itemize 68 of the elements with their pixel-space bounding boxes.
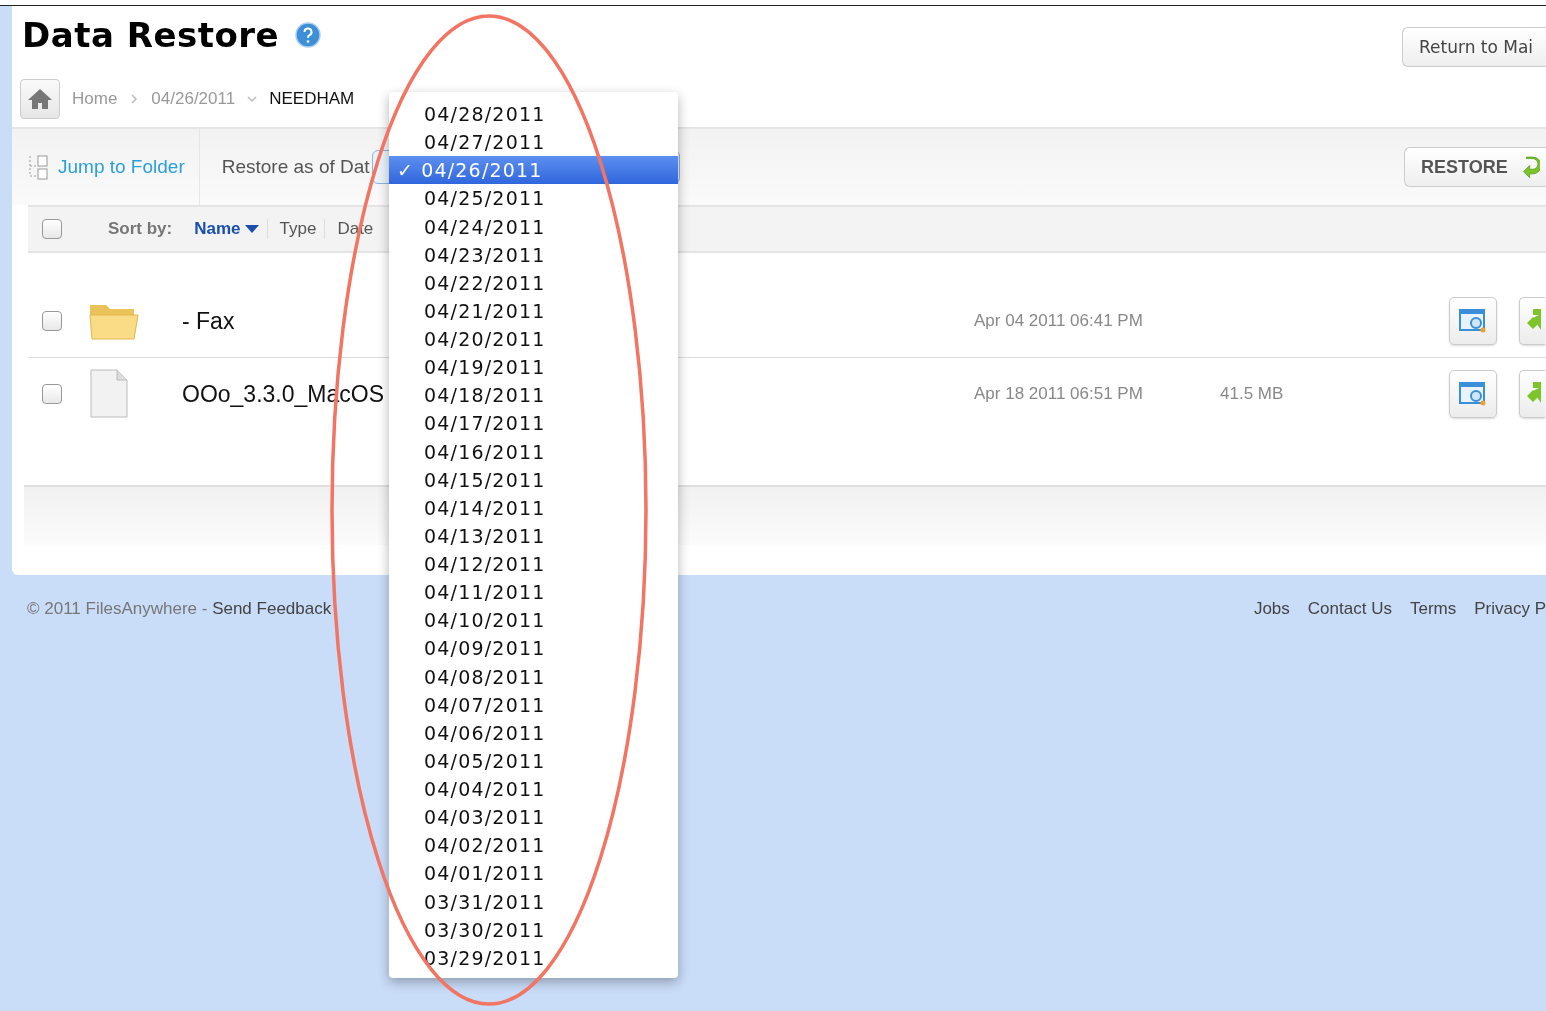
date-menu-item[interactable]: 04/24/2011 xyxy=(389,212,678,241)
sort-option[interactable]: Name xyxy=(194,219,267,239)
check-mark: ✓ xyxy=(397,159,415,182)
curved-arrow-icon xyxy=(1521,153,1540,181)
file-size: 41.5 MB xyxy=(1220,384,1284,404)
date-menu-item[interactable]: 04/17/2011 xyxy=(389,409,678,438)
date-menu-item[interactable]: 04/22/2011 xyxy=(389,268,678,297)
select-all-checkbox[interactable] xyxy=(42,219,62,239)
date-menu-item[interactable]: 04/14/2011 xyxy=(389,493,678,522)
date-menu-item[interactable]: 04/11/2011 xyxy=(389,578,678,607)
sort-option[interactable]: Type xyxy=(266,219,325,239)
restore-item-button[interactable] xyxy=(1519,370,1545,418)
footer-link[interactable]: Privacy P xyxy=(1474,599,1546,619)
restore-date-label: Restore as of Dat xyxy=(221,156,370,178)
date-menu-item[interactable]: 04/27/2011 xyxy=(389,128,678,157)
date-menu-item[interactable]: 04/09/2011 xyxy=(389,634,678,663)
date-menu-item[interactable]: 04/04/2011 xyxy=(389,775,678,804)
date-menu-item[interactable]: 04/20/2011 xyxy=(389,325,678,354)
date-menu-item[interactable]: 04/03/2011 xyxy=(389,803,678,832)
restore-button[interactable]: RESTORE xyxy=(1404,147,1546,187)
restore-item-button[interactable] xyxy=(1519,297,1545,345)
sort-by-label: Sort by: xyxy=(108,219,173,239)
date-menu-item[interactable]: 04/21/2011 xyxy=(389,296,678,325)
return-button[interactable]: Return to Mai xyxy=(1402,27,1546,67)
preview-icon xyxy=(1459,308,1487,334)
date-menu-item[interactable]: 04/07/2011 xyxy=(389,690,678,719)
row-checkbox[interactable] xyxy=(42,311,62,331)
page-title: Data Restore xyxy=(22,15,280,55)
home-icon xyxy=(27,88,53,110)
date-menu-item[interactable]: 04/25/2011 xyxy=(389,184,678,213)
footer-link[interactable]: Contact Us xyxy=(1307,599,1392,619)
date-menu-item[interactable]: 04/23/2011 xyxy=(389,240,678,269)
date-menu-item[interactable]: 04/10/2011 xyxy=(389,606,678,635)
modified-date: Apr 04 2011 06:41 PM xyxy=(974,311,1143,331)
preview-button[interactable] xyxy=(1449,297,1497,345)
date-menu-item[interactable]: 04/12/2011 xyxy=(389,550,678,579)
date-menu-item[interactable]: ✓ 04/26/2011 xyxy=(389,156,678,185)
chevron-right-icon xyxy=(129,94,140,104)
breadcrumb-current[interactable]: NEEDHAM xyxy=(269,89,355,109)
row-checkbox[interactable] xyxy=(42,384,62,404)
preview-icon xyxy=(1459,381,1487,407)
date-menu-item[interactable]: 04/05/2011 xyxy=(389,746,678,775)
caret-icon xyxy=(244,225,259,233)
footer-link[interactable]: Jobs xyxy=(1253,599,1290,619)
modified-date: Apr 18 2011 06:51 PM xyxy=(974,384,1143,404)
date-menu-item[interactable]: 03/29/2011 xyxy=(389,943,678,972)
footer-link[interactable]: Terms xyxy=(1409,599,1457,619)
date-menu-item[interactable]: 04/19/2011 xyxy=(389,353,678,382)
date-menu-item[interactable]: 04/06/2011 xyxy=(389,718,678,747)
date-menu-item[interactable]: 03/31/2011 xyxy=(389,887,678,916)
help-icon[interactable] xyxy=(295,22,322,48)
folder-tree-icon xyxy=(28,154,50,180)
date-menu-item[interactable]: 04/18/2011 xyxy=(389,381,678,410)
date-menu-item[interactable]: 04/15/2011 xyxy=(389,465,678,494)
home-button[interactable] xyxy=(20,79,60,119)
chevron-down-icon[interactable] xyxy=(247,94,258,104)
date-menu-item[interactable]: 04/13/2011 xyxy=(389,521,678,550)
preview-button[interactable] xyxy=(1449,370,1497,418)
date-menu-item[interactable]: 04/08/2011 xyxy=(389,662,678,691)
date-menu-item[interactable]: 04/16/2011 xyxy=(389,437,678,466)
date-menu-item[interactable]: 03/30/2011 xyxy=(389,915,678,944)
file-name[interactable]: - Fax xyxy=(182,307,235,335)
date-menu-item[interactable]: 04/01/2011 xyxy=(389,859,678,888)
document-icon xyxy=(88,369,130,419)
date-menu-item[interactable]: 04/28/2011 xyxy=(389,100,678,129)
copyright-text: © 2011 FilesAnywhere - xyxy=(27,599,209,618)
send-feedback-link[interactable]: Send Feedback xyxy=(212,599,332,618)
date-menu-item[interactable]: 04/02/2011 xyxy=(389,831,678,860)
